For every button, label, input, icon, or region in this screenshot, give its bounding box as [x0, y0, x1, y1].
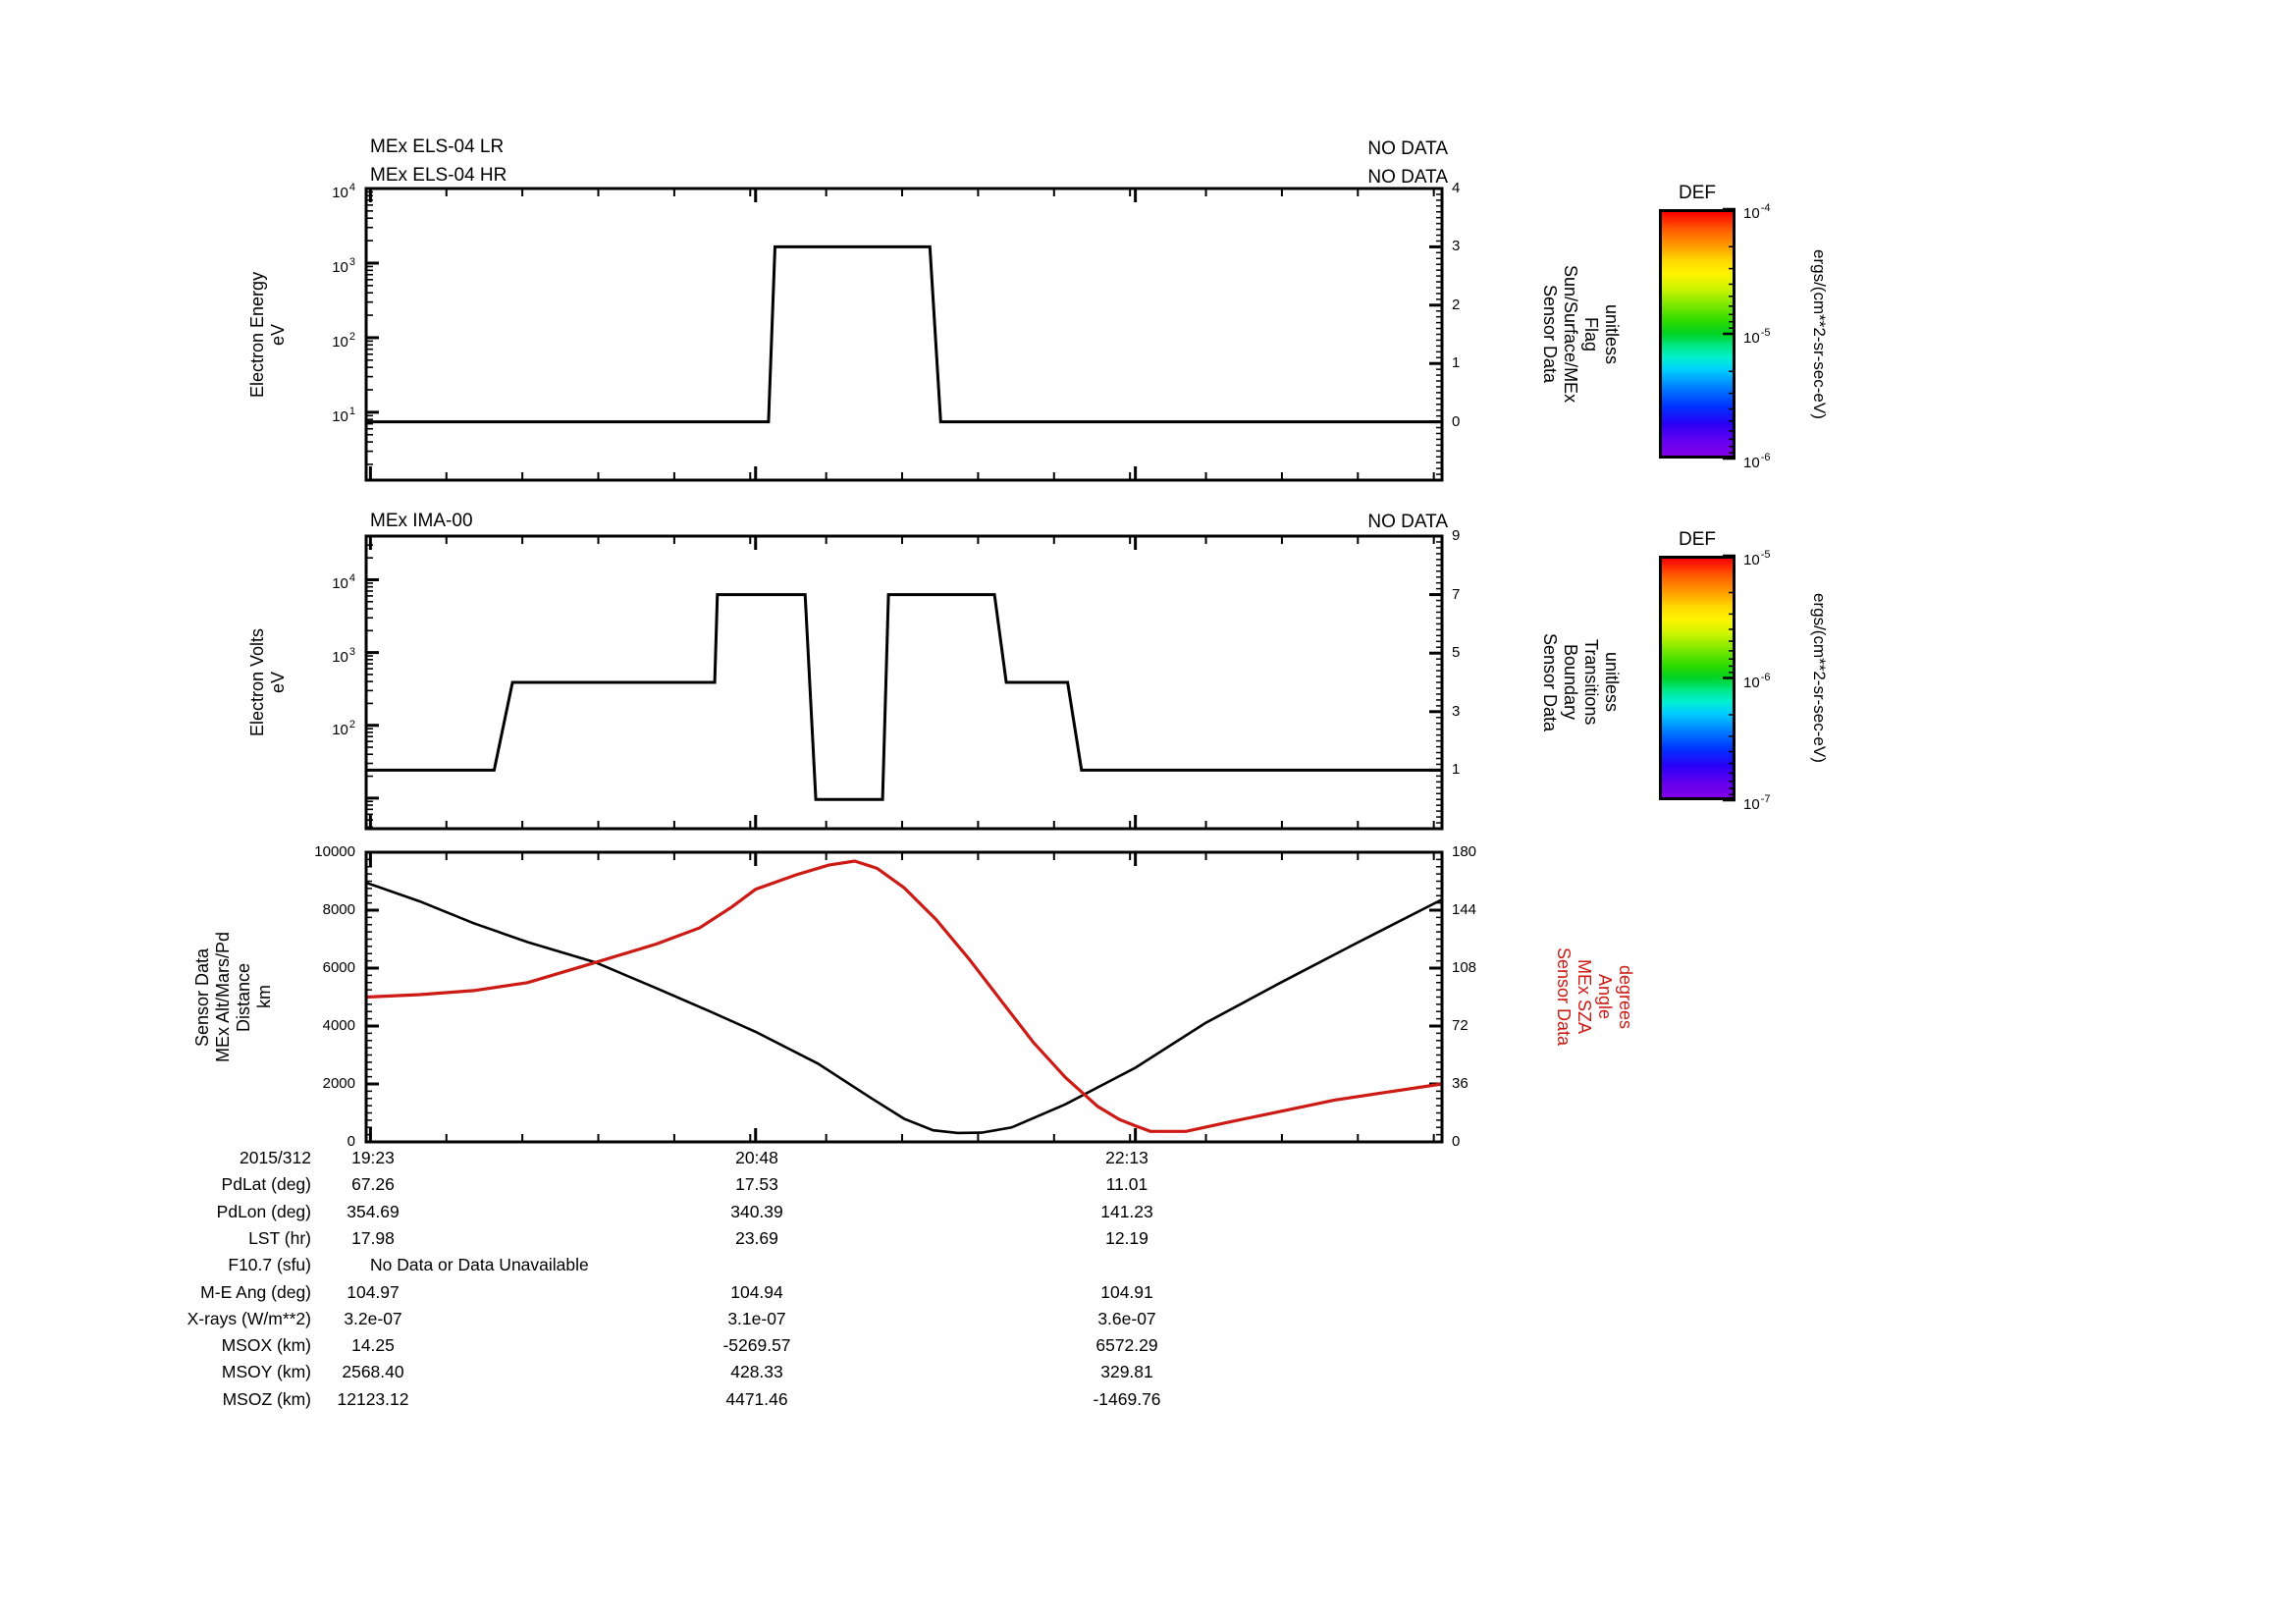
plot-page: MEx ELS-04 LR MEx ELS-04 HR NO DATA NO D…: [0, 0, 2296, 1623]
table-cell: 20:48: [735, 1148, 778, 1167]
y-tick-label-right: 144: [1452, 901, 1477, 918]
y-tick-label-left: 104: [332, 182, 355, 201]
panel1-title-line1: MEx ELS-04 LR: [370, 136, 505, 157]
y-tick-label-right: 0: [1452, 1133, 1461, 1150]
panel2-y-axis-label-right: Sensor Data Boundary Transitions unitles…: [1540, 632, 1622, 732]
table-cell: 3.6e-07: [1097, 1308, 1156, 1328]
y-tick-label-right: 3: [1452, 238, 1461, 255]
table-cell: 141.23: [1100, 1201, 1153, 1221]
table-cell: -1469.76: [1093, 1388, 1161, 1409]
series-right-panel2: [366, 593, 1442, 801]
table-cell: 11.01: [1105, 1174, 1148, 1195]
table-cell: 3.2e-07: [344, 1308, 402, 1328]
panel3-border: [364, 850, 1444, 1144]
panel1-border: [364, 187, 1444, 482]
colorbar1-gradient: [1659, 209, 1735, 459]
colorbar-tick-label: 10-5: [1743, 327, 1771, 347]
table-cell: 67.26: [351, 1174, 395, 1195]
colorbar-tick-label: 10-6: [1743, 671, 1771, 691]
panel2-border: [364, 534, 1444, 831]
y-tick-label-left: 8000: [322, 901, 355, 918]
table-cell: 17.53: [735, 1174, 778, 1195]
colorbar-tick-label: 10-5: [1743, 549, 1771, 568]
colorbar-tick-label: 10-4: [1743, 202, 1771, 222]
table-cell: -5269.57: [722, 1335, 791, 1356]
table-cell: 12.19: [1105, 1227, 1148, 1248]
table-cell: 12123.12: [337, 1388, 409, 1409]
table-cell: 6572.29: [1095, 1335, 1158, 1356]
table-cell: 329.81: [1100, 1362, 1153, 1382]
y-tick-label-left: 104: [332, 572, 355, 593]
table-cell: 428.33: [730, 1362, 783, 1382]
y-tick-label-right: 7: [1452, 585, 1461, 603]
y-tick-label-right: 4: [1452, 180, 1461, 196]
table-note: No Data or Data Unavailable: [370, 1255, 589, 1275]
y-tick-label-left: 10000: [314, 843, 355, 860]
y-tick-label-left: 2000: [322, 1075, 355, 1092]
series-left-panel3: [365, 881, 1443, 1135]
table-cell: 104.94: [730, 1281, 783, 1302]
table-cell: 3.1e-07: [727, 1308, 786, 1328]
series-right-panel3: [365, 859, 1443, 1133]
y-tick-label-right: 108: [1452, 959, 1477, 976]
colorbar-tick-label: 10-6: [1743, 452, 1771, 471]
y-tick-label-left: 103: [332, 645, 355, 666]
y-tick-label-right: 1: [1452, 354, 1461, 372]
y-tick-label-right: 5: [1452, 644, 1461, 662]
panel2-title: MEx IMA-00: [370, 511, 473, 531]
panel2-no-data-label: NO DATA: [1367, 512, 1448, 532]
panel1-y-axis-label-right: Sensor Data Sun/Surface/MEx Flag unitles…: [1540, 265, 1622, 404]
panel1-no-data-label-1: NO DATA: [1367, 138, 1448, 159]
table-cell: 2568.40: [342, 1362, 404, 1382]
y-tick-label-right: 180: [1452, 843, 1477, 860]
y-tick-label-right: 2: [1452, 296, 1461, 313]
y-tick-label-left: 102: [332, 718, 355, 738]
table-cell: 4471.46: [725, 1388, 788, 1409]
y-tick-label-right: 72: [1452, 1017, 1468, 1034]
table-cell: 19:23: [351, 1148, 395, 1167]
y-tick-label-left: 101: [332, 405, 355, 425]
y-tick-label-right: 0: [1452, 412, 1461, 430]
y-tick-label-right: 1: [1452, 761, 1461, 779]
panel3-y-axis-label-left: Sensor Data MEx Alt/Mars/Pd Distance km: [192, 931, 274, 1063]
colorbar-tick-label: 10-7: [1743, 793, 1771, 813]
y-tick-label-right: 9: [1452, 527, 1461, 544]
table-cell: 14.25: [351, 1335, 395, 1356]
y-tick-label-left: 103: [332, 255, 355, 276]
panel1-no-data-label-2: NO DATA: [1367, 167, 1448, 188]
table-cell: 17.98: [351, 1227, 395, 1248]
y-tick-label-left: 6000: [322, 959, 355, 976]
table-cell: 23.69: [735, 1227, 778, 1248]
colorbar2-gradient: [1659, 556, 1735, 800]
table-row-label: F10.7 (sfu): [228, 1255, 311, 1275]
table-cell: 104.91: [1100, 1281, 1153, 1302]
colorbar1-title: DEF: [1679, 183, 1716, 203]
table-cell: 340.39: [730, 1201, 783, 1221]
table-cell: 354.69: [347, 1201, 400, 1221]
panel3-y-axis-label-right: Sensor Data MEx SZA Angle degrees: [1554, 947, 1635, 1047]
y-tick-label-right: 36: [1452, 1075, 1468, 1092]
table-cell: 104.97: [347, 1281, 400, 1302]
colorbar2-title: DEF: [1679, 529, 1716, 550]
y-tick-label-right: 3: [1452, 702, 1461, 720]
y-tick-label-left: 102: [332, 330, 355, 351]
panel1-title-line2: MEx ELS-04 HR: [370, 165, 507, 186]
y-tick-label-left: 4000: [322, 1017, 355, 1034]
table-cell: 22:13: [1105, 1148, 1148, 1167]
series-right-panel1: [366, 244, 1442, 424]
